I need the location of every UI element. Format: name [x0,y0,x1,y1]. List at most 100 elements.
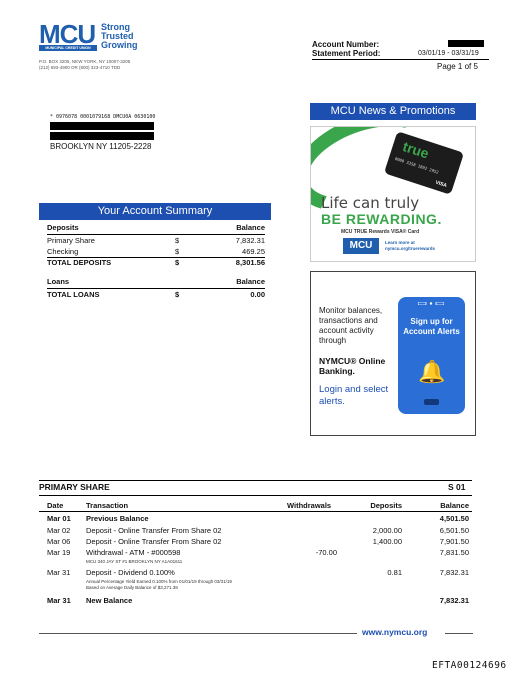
sign-up-alerts-text: Sign up for Account Alerts [403,317,460,336]
row-description: Deposit - Online Transfer From Share 02 [86,537,222,546]
row-date: Mar 31 [47,568,71,577]
total-deposits-amount: 8,301.56 [235,258,265,267]
document-id: EFTA00124696 [432,660,507,671]
total-deposits-label: TOTAL DEPOSITS [47,258,112,267]
loans-header: Loans [47,277,70,286]
row-deposit: 2,000.00 [372,526,402,535]
header-underline [39,511,472,512]
dividend-balance-note: Based on Average Daily Balance of $3,271… [86,585,178,590]
alerts-description: Monitor balances, transactions and accou… [319,306,383,345]
account-summary-title: Your Account Summary [39,203,271,220]
card-brand: true [400,138,431,162]
phone-home-button [424,399,439,405]
phone-illustration: Sign up for Account Alerts 🔔 [398,297,465,414]
currency-symbol: $ [175,290,180,299]
row-date: Mar 01 [47,514,71,523]
summary-row-label: Checking [47,247,79,256]
row-withdrawal: -70.00 [315,548,337,557]
header-divider [312,59,489,60]
primary-share-code: S 01 [448,482,466,492]
summary-divider [47,234,265,235]
promo-card-name: MCU TRUE Rewards VISA® Card [341,229,420,235]
primary-share-title: PRIMARY SHARE [39,482,110,492]
deposits-header-row: Deposits Balance [47,223,265,233]
row-deposit: 1,400.00 [372,537,402,546]
row-deposit: 0.81 [387,568,402,577]
learn-more-url[interactable]: nymcu.org/truerewards [385,246,435,252]
news-promotions-title: MCU News & Promotions [310,103,476,120]
account-number-label: Account Number: [312,40,380,49]
summary-row-label: Primary Share [47,236,95,245]
redacted-name [50,122,154,130]
currency-symbol: $ [175,247,180,256]
mcu-address: P.O. BOX 3205, NEW YORK, NY 10007-3205 (… [39,59,130,71]
phone-line: (212) 693-4900 OR (800) 323-4710 TDD [39,65,121,70]
row-date: Mar 19 [47,548,71,557]
col-withdrawals: Withdrawals [287,501,332,510]
row-balance: 7,832.31 [439,568,469,577]
section-divider [39,495,472,496]
row-description: Previous Balance [86,514,149,523]
statement-period-label: Statement Period: [312,49,381,58]
phone-speaker-icon [418,302,444,305]
row-date: Mar 02 [47,526,71,535]
row-balance: 7,832.31 [439,596,469,605]
tagline-growing: Growing [101,40,138,50]
footer-rule-right [445,633,473,634]
promo-learn-more[interactable]: Learn more at nymcu.org/truerewards [385,240,435,252]
website-link[interactable]: www.nymcu.org [362,627,427,638]
loans-balance-header: Balance [236,277,265,286]
promo-highlight: BE REWARDING. [321,211,442,227]
summary-row-amount: 7,832.31 [235,236,265,245]
total-loans-row: TOTAL LOANS $ 0.00 [47,290,265,300]
col-balance: Balance [440,501,469,510]
row-balance: 6,501.50 [439,526,469,535]
account-header: Account Number: Statement Period: [312,40,380,58]
mail-barcode-line: * 0976078 0001079168 DMCU0A 0630100 [50,114,156,120]
summary-row: Checking $ 469.25 [47,247,265,257]
redacted-street [50,132,154,140]
logo-mark: MCU [39,19,96,49]
statement-period-value: 03/01/19 - 03/31/19 [418,50,479,57]
row-description: Withdrawal - ATM - #000598 [86,548,181,557]
summary-divider [47,288,265,289]
currency-symbol: $ [175,258,180,267]
total-loans-amount: 0.00 [250,290,265,299]
footer-rule-left [39,633,357,634]
row-balance: 4,501.50 [439,514,469,523]
logo-subtitle: MUNICIPAL CREDIT UNION [39,45,97,51]
row-date: Mar 31 [47,596,71,605]
total-loans-label: TOTAL LOANS [47,290,100,299]
row-description: Deposit - Dividend 0.100% [86,568,175,577]
logo-tagline: Strong Trusted Growing [101,23,138,50]
mcu-logo: MCU MUNICIPAL CREDIT UNION Strong Truste… [39,19,139,57]
login-instruction: Login and select alerts. [319,384,389,407]
row-description: New Balance [86,596,133,605]
row-balance: 7,831.50 [439,548,469,557]
row-date: Mar 06 [47,537,71,546]
account-number-redacted [448,40,484,47]
loans-header-row: Loans Balance [47,277,265,287]
col-deposits: Deposits [370,501,402,510]
promo-mcu-logo: MCU [343,238,379,254]
summary-row: Primary Share $ 7,832.31 [47,236,265,246]
promo-headline: Life can truly [321,194,420,212]
bell-icon: 🔔 [418,359,446,384]
row-description: Deposit - Online Transfer From Share 02 [86,526,222,535]
atm-location: MCU 340 JAY ST #1 BROOKLYN NY A1A01611 [86,559,183,564]
row-balance: 7,901.50 [439,537,469,546]
account-alerts-promo: Monitor balances, transactions and accou… [310,271,476,436]
section-divider-top [39,480,472,481]
true-rewards-promo[interactable]: true 0000 3358 1892 2952 VISA Life can t… [310,126,476,262]
deposits-header: Deposits [47,223,79,232]
col-transaction: Transaction [86,501,129,510]
balance-header: Balance [236,223,265,232]
summary-row-amount: 469.25 [242,247,265,256]
mailing-city: BROOKLYN NY 11205-2228 [50,142,152,151]
card-network: VISA [434,179,448,189]
col-date: Date [47,501,64,510]
total-deposits-row: TOTAL DEPOSITS $ 8,301.56 [47,258,265,268]
currency-symbol: $ [175,236,180,245]
page-number: Page 1 of 5 [437,62,478,71]
online-banking-label: NYMCU® Online Banking. [319,356,386,376]
